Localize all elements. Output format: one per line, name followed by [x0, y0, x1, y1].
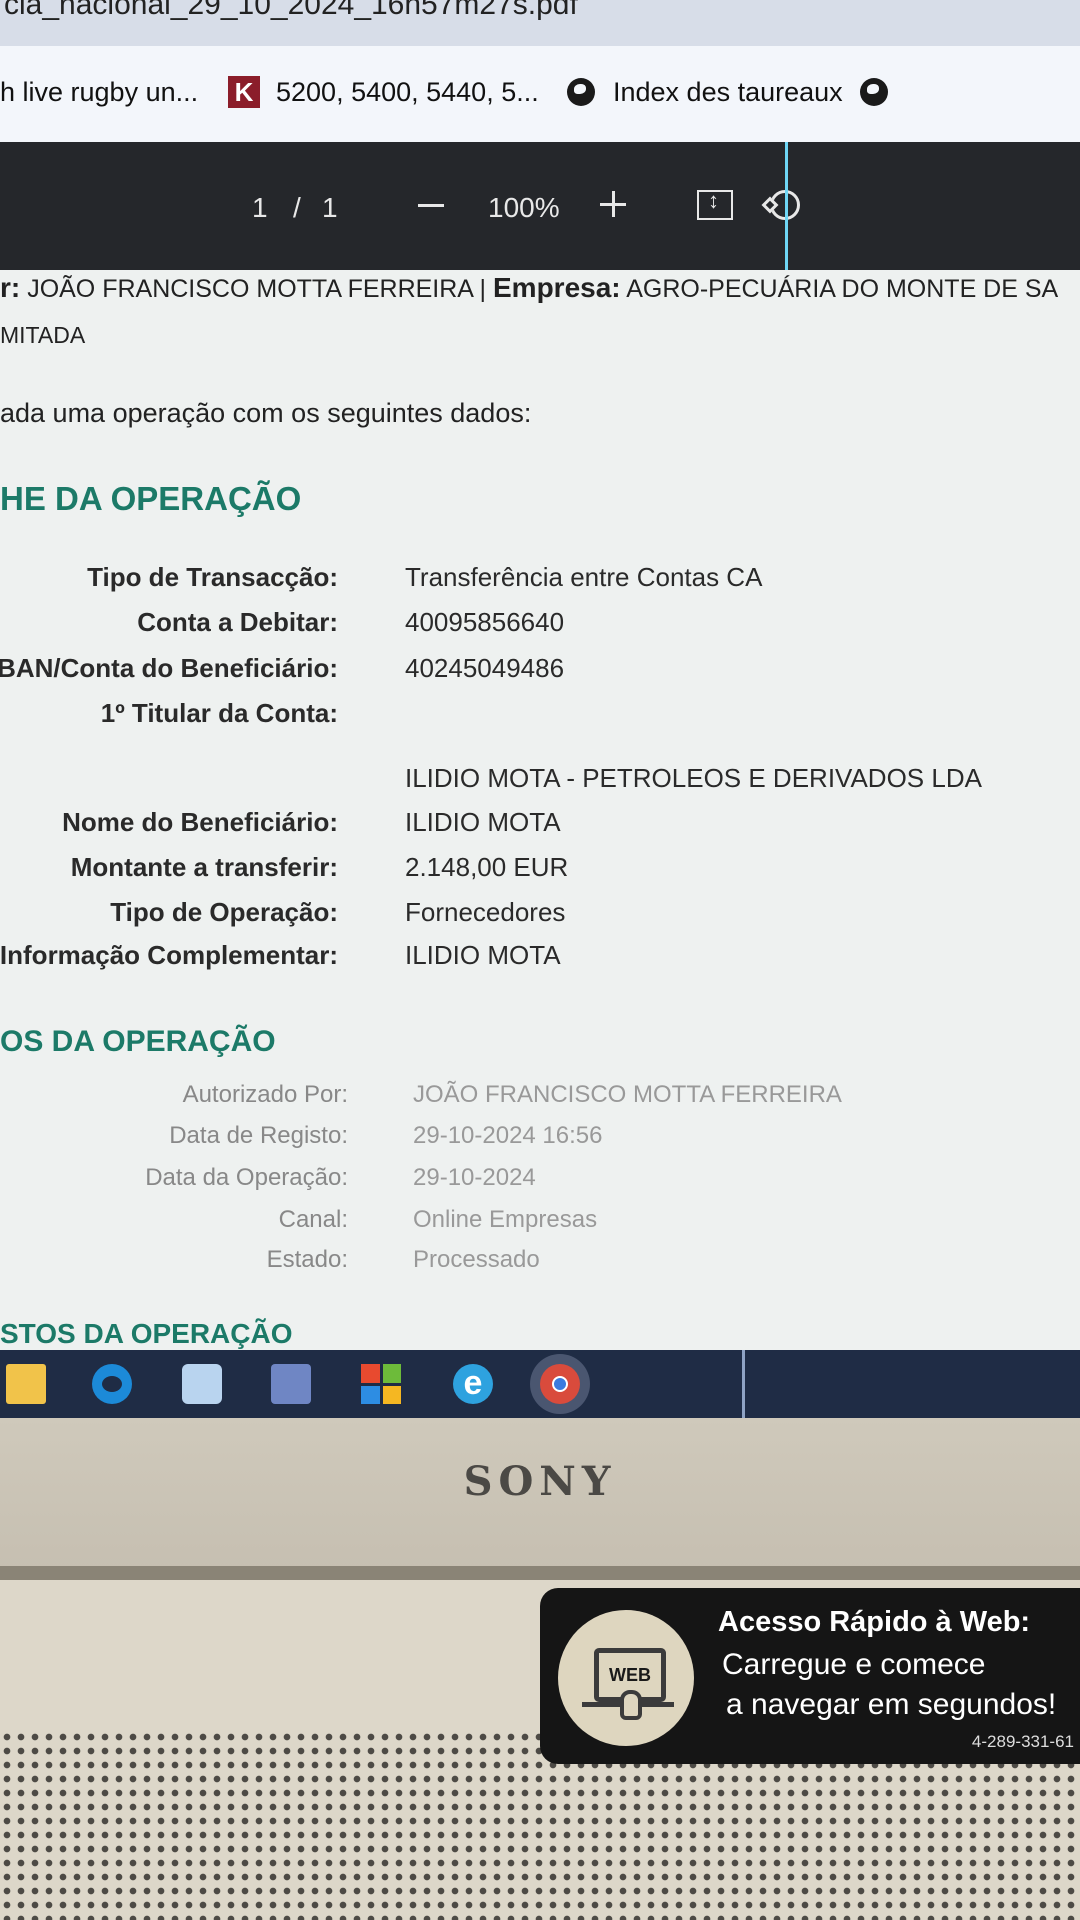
header-label: r: [0, 272, 21, 303]
detail-value: 2.148,00 EUR [405, 852, 569, 882]
detail-label: Montante a transferir: [70, 852, 338, 882]
store-icon[interactable] [271, 1364, 311, 1404]
bookmark-label: 5200, 5400, 5440, 5... [276, 76, 539, 107]
sticker-line2: a navegar em segundos! [726, 1688, 1057, 1721]
globe-icon [860, 78, 888, 106]
detail-value: 40245049486 [405, 653, 565, 683]
globe-icon [567, 78, 595, 106]
section-title-status: OS DA OPERAÇÃO [0, 1025, 276, 1058]
internet-explorer-icon[interactable]: e [453, 1364, 493, 1404]
page-separator: / [293, 192, 301, 223]
status-label: Data de Registo: [169, 1122, 348, 1149]
status-label: Canal: [278, 1206, 348, 1233]
document-header: r: JOÃO FRANCISCO MOTTA FERREIRA | Empre… [0, 272, 1058, 304]
header-value: JOÃO FRANCISCO MOTTA FERREIRA | [27, 275, 487, 303]
app-icon[interactable] [182, 1364, 222, 1404]
detail-value: ILIDIO MOTA - PETROLEOS E DERIVADOS LDA [405, 763, 982, 793]
folder-icon[interactable] [6, 1364, 46, 1404]
detail-label: Tipo de Transacção: [87, 562, 338, 592]
fit-page-icon[interactable] [697, 188, 733, 220]
detail-value: Transferência entre Contas CA [405, 562, 763, 592]
zoom-in-button[interactable] [600, 191, 626, 217]
section-title-costs: STOS DA OPERAÇÃO [0, 1318, 293, 1349]
pdf-document: r: JOÃO FRANCISCO MOTTA FERREIRA | Empre… [0, 270, 1080, 1350]
laptop-bezel: SONY [0, 1418, 1080, 1570]
detail-label: Nome do Beneficiário: [62, 807, 338, 837]
windows-icon[interactable] [361, 1364, 401, 1404]
company-value: AGRO-PECUÁRIA DO MONTE DE SA [626, 275, 1059, 303]
status-label: Data da Operação: [145, 1164, 348, 1191]
company-label: Empresa: [493, 272, 621, 303]
laptop-hinge [0, 1566, 1080, 1580]
edge-icon[interactable] [92, 1364, 132, 1404]
status-value: Processado [413, 1246, 540, 1273]
status-value: JOÃO FRANCISCO MOTTA FERREIRA [413, 1081, 842, 1108]
sticker-line1: Carregue e comece [722, 1648, 986, 1681]
detail-label: Tipo de Operação: [110, 897, 338, 927]
zoom-level[interactable]: 100% [488, 192, 560, 224]
sticker-title: Acesso Rápido à Web: [718, 1606, 1031, 1638]
page-current-input[interactable]: 1 [252, 192, 268, 224]
bookmark-k[interactable]: K 5200, 5400, 5440, 5... [228, 72, 539, 112]
taskbar-divider [742, 1350, 745, 1418]
bookmark-globe[interactable] [860, 72, 906, 112]
section-title-details: HE DA OPERAÇÃO [0, 480, 302, 517]
detail-label: BAN/Conta do Beneficiário: [0, 653, 338, 683]
status-label: Autorizado Por: [182, 1081, 348, 1108]
detail-value: ILIDIO MOTA [405, 807, 561, 837]
detail-value: ILIDIO MOTA [405, 940, 561, 970]
chrome-icon[interactable] [540, 1364, 580, 1404]
status-value: 29-10-2024 16:56 [413, 1122, 603, 1149]
zoom-out-button[interactable] [418, 204, 444, 207]
detail-label: Conta a Debitar: [137, 607, 338, 637]
bookmarks-bar: h live rugby un... K 5200, 5400, 5440, 5… [0, 46, 1080, 142]
bookmark-label: h live rugby un... [0, 76, 199, 107]
brand-logo: SONY [463, 1458, 617, 1505]
page-total: 1 [322, 192, 338, 223]
bookmark-taureaux[interactable]: Index des taureaux [567, 72, 843, 112]
k-icon: K [228, 76, 260, 108]
status-value: 29-10-2024 [413, 1164, 536, 1191]
taskbar: e [0, 1350, 1080, 1418]
bookmark-label: Index des taureaux [613, 76, 843, 107]
window-title-strip: cia_nacional_29_10_2024_16h57m27s.pdf [0, 0, 1080, 46]
detail-label: 1º Titular da Conta: [100, 698, 338, 728]
web-badge-icon: WEB [558, 1610, 694, 1746]
hand-icon [620, 1690, 642, 1720]
web-sticker: WEB Acesso Rápido à Web: Carregue e come… [540, 1588, 1080, 1764]
detail-value: Fornecedores [405, 897, 566, 927]
detail-label: Informação Complementar: [0, 940, 338, 970]
document-header-line2: MITADA [0, 322, 86, 348]
window-title: cia_nacional_29_10_2024_16h57m27s.pdf [4, 0, 578, 21]
laptop-screen: cia_nacional_29_10_2024_16h57m27s.pdf h … [0, 0, 1080, 1418]
status-label: Estado: [266, 1246, 348, 1273]
pdf-toolbar: 1 / 1 100% [0, 142, 1080, 270]
bookmark-rugby[interactable]: h live rugby un... [0, 72, 198, 112]
status-value: Online Empresas [413, 1206, 598, 1233]
detail-value: 40095856640 [405, 607, 565, 637]
document-intro: ada uma operação com os seguintes dados: [0, 398, 532, 428]
sticker-code: 4-289-331-61 [971, 1732, 1074, 1751]
